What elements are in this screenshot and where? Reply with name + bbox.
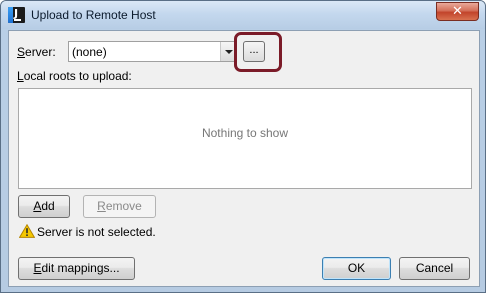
warning-text: Server is not selected.	[37, 225, 156, 239]
add-button[interactable]: Add	[18, 195, 70, 218]
dialog-window: J Upload to Remote Host ✕ Server: (none)…	[0, 0, 486, 293]
edit-mappings-button[interactable]: Edit mappings...	[18, 257, 135, 280]
server-combobox-value: (none)	[72, 45, 107, 59]
warning-icon	[19, 224, 35, 238]
server-combobox[interactable]: (none)	[68, 41, 236, 62]
empty-list-text: Nothing to show	[201, 126, 289, 140]
local-roots-label: Local roots to upload:	[17, 69, 132, 83]
app-icon: J	[8, 7, 25, 23]
title-bar[interactable]: J Upload to Remote Host ✕	[1, 1, 485, 29]
close-button[interactable]: ✕	[436, 2, 479, 21]
remove-button[interactable]: Remove	[83, 195, 156, 218]
ok-button[interactable]: OK	[322, 257, 391, 280]
cancel-button[interactable]: Cancel	[399, 257, 470, 280]
dialog-content: Server: (none) ... Local roots to upload…	[8, 30, 480, 287]
server-label: Server:	[17, 45, 56, 59]
window-title: Upload to Remote Host	[31, 8, 156, 22]
browse-servers-button[interactable]: ...	[243, 41, 265, 62]
local-roots-list[interactable]: Nothing to show	[18, 88, 472, 189]
chevron-down-icon[interactable]	[220, 42, 235, 61]
